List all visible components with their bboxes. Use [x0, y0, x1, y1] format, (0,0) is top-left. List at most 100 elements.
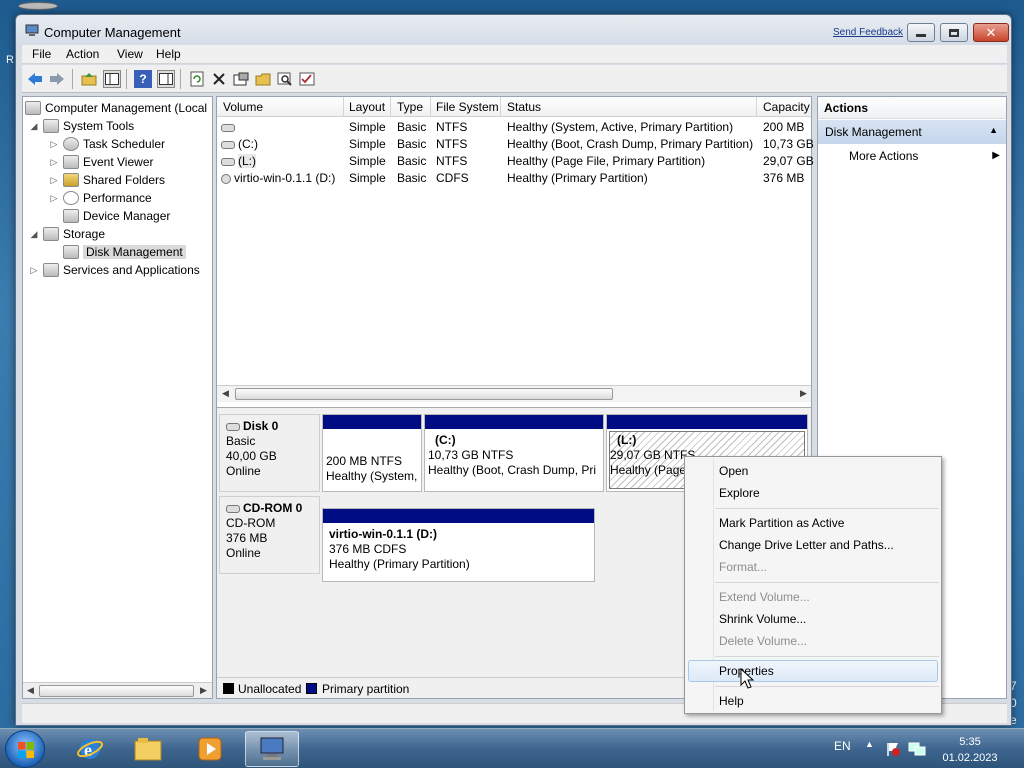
expand-arrow-icon[interactable]: ▷ [49, 175, 59, 186]
taskbar-windows-explorer[interactable] [121, 731, 175, 767]
tree-item-disk-management[interactable]: Disk Management [63, 243, 186, 261]
minimize-icon [916, 34, 926, 37]
scrollbar-thumb[interactable] [39, 685, 194, 697]
menu-item-open[interactable]: Open [719, 464, 748, 478]
table-row[interactable]: Simple Basic NTFS Healthy (System, Activ… [217, 119, 811, 136]
tree-horizontal-scrollbar[interactable]: ◀ ▶ [23, 682, 212, 698]
disk-management-icon [63, 245, 79, 259]
column-header-status[interactable]: Status [507, 100, 541, 114]
partition-system-reserved[interactable]: 200 MB NTFS Healthy (System, [322, 414, 422, 492]
actions-section-disk-management[interactable]: Disk Management ▲ [818, 120, 1006, 144]
maximize-button[interactable] [940, 23, 968, 42]
column-divider[interactable] [343, 97, 344, 117]
taskbar-computer-management[interactable] [245, 731, 299, 767]
column-header-type[interactable]: Type [397, 100, 423, 114]
tree-item-storage[interactable]: ◢ Storage [29, 225, 105, 243]
console-tree: Computer Management (Local ◢ System Tools… [22, 96, 213, 699]
toolbar-separator [126, 69, 127, 89]
search-icon[interactable] [276, 70, 294, 88]
menu-item-mark-active[interactable]: Mark Partition as Active [719, 516, 844, 530]
partition-c[interactable]: (C:) 10,73 GB NTFS Healthy (Boot, Crash … [424, 414, 604, 492]
tree-item-shared-folders[interactable]: ▷ Shared Folders [49, 171, 165, 189]
forward-arrow-icon[interactable] [48, 70, 66, 88]
primary-partition-band [425, 415, 603, 429]
toolbar-separator [72, 69, 73, 89]
check-list-icon[interactable] [298, 70, 316, 88]
network-icon[interactable] [908, 741, 926, 757]
menu-item-help[interactable]: Help [719, 694, 744, 708]
tree-item-services-and-applications[interactable]: ▷ Services and Applications [29, 261, 200, 279]
cdrom-0-label[interactable]: CD-ROM 0 CD-ROM 376 MB Online [219, 496, 320, 574]
tree-item-event-viewer[interactable]: ▷ Event Viewer [49, 153, 153, 171]
column-divider[interactable] [430, 97, 431, 117]
scroll-right-icon[interactable]: ▶ [200, 685, 207, 696]
send-feedback-link[interactable]: Send Feedback [833, 27, 903, 38]
cell-file-system: NTFS [436, 154, 468, 168]
tree-item-computer-management[interactable]: Computer Management (Local [25, 99, 207, 117]
expand-arrow-icon[interactable]: ▷ [49, 139, 59, 150]
menu-item-shrink-volume[interactable]: Shrink Volume... [719, 612, 806, 626]
menu-item-change-drive-letter[interactable]: Change Drive Letter and Paths... [719, 538, 894, 552]
back-arrow-icon[interactable] [26, 70, 44, 88]
menu-view[interactable]: View [117, 47, 143, 61]
tree-item-device-manager[interactable]: Device Manager [63, 207, 170, 225]
action-center-flag-icon[interactable] [885, 741, 901, 757]
properties-icon[interactable] [232, 70, 250, 88]
collapse-up-icon[interactable]: ▲ [989, 125, 998, 135]
minimize-button[interactable] [907, 23, 935, 42]
column-header-volume[interactable]: Volume [223, 100, 263, 114]
disk-0-label[interactable]: Disk 0 Basic 40,00 GB Online [219, 414, 320, 492]
cell-volume: (C:) [238, 137, 258, 151]
expand-arrow-icon[interactable]: ▷ [49, 157, 59, 168]
delete-icon[interactable] [210, 70, 228, 88]
close-icon: ✕ [985, 24, 997, 40]
scroll-left-icon[interactable]: ◀ [222, 388, 229, 399]
cell-volume: virtio-win-0.1.1 (D:) [234, 171, 336, 185]
column-divider[interactable] [500, 97, 501, 117]
collapse-arrow-icon[interactable]: ◢ [29, 229, 39, 240]
up-folder-icon[interactable] [80, 70, 98, 88]
menu-help[interactable]: Help [156, 47, 181, 61]
menu-item-delete-volume: Delete Volume... [719, 634, 808, 648]
tree-item-system-tools[interactable]: ◢ System Tools [29, 117, 134, 135]
column-divider[interactable] [390, 97, 391, 117]
column-header-file-system[interactable]: File System [436, 100, 499, 114]
menu-item-explore[interactable]: Explore [719, 486, 760, 500]
column-divider[interactable] [756, 97, 757, 117]
partition-d[interactable]: virtio-win-0.1.1 (D:) 376 MB CDFS Health… [322, 508, 595, 582]
cd-drive-icon [221, 173, 231, 184]
primary-partition-band [607, 415, 807, 429]
close-button[interactable]: ✕ [973, 23, 1009, 42]
scroll-left-icon[interactable]: ◀ [27, 685, 34, 696]
expand-arrow-icon[interactable]: ▷ [29, 265, 39, 276]
table-row[interactable]: (L:) Simple Basic NTFS Healthy (Page Fil… [217, 153, 814, 170]
taskbar-media-player[interactable] [183, 731, 237, 767]
expand-arrow-icon[interactable]: ▷ [49, 193, 59, 204]
table-row[interactable]: (C:) Simple Basic NTFS Healthy (Boot, Cr… [217, 136, 814, 153]
scroll-right-icon[interactable]: ▶ [800, 388, 807, 399]
column-header-layout[interactable]: Layout [349, 100, 385, 114]
system-clock[interactable]: 5:35 01.02.2023 [930, 734, 1010, 766]
refresh-icon[interactable] [188, 70, 206, 88]
tree-item-task-scheduler[interactable]: ▷ Task Scheduler [49, 135, 165, 153]
title-bar[interactable]: Computer Management Send Feedback ✕ [16, 15, 1011, 46]
cell-status: Healthy (Primary Partition) [507, 171, 648, 185]
column-header-capacity[interactable]: Capacity [763, 100, 810, 114]
scrollbar-thumb[interactable] [235, 388, 613, 400]
tree-item-performance[interactable]: ▷ Performance [49, 189, 152, 207]
show-hide-tree-icon[interactable] [103, 70, 121, 88]
more-actions-item[interactable]: More Actions [849, 149, 918, 163]
start-button[interactable] [5, 730, 45, 768]
volume-list-horizontal-scrollbar[interactable]: ◀ ▶ [217, 385, 811, 402]
show-hide-action-pane-icon[interactable] [157, 70, 175, 88]
table-row[interactable]: virtio-win-0.1.1 (D:) Simple Basic CDFS … [217, 170, 811, 187]
collapse-arrow-icon[interactable]: ◢ [29, 121, 39, 132]
language-indicator[interactable]: EN [834, 739, 851, 753]
show-hidden-icons-icon[interactable]: ▲ [865, 739, 874, 749]
help-icon[interactable]: ? [134, 70, 152, 88]
menu-action[interactable]: Action [66, 47, 99, 61]
submenu-arrow-icon[interactable]: ▶ [992, 150, 1000, 161]
open-folder-icon[interactable] [254, 70, 272, 88]
taskbar-internet-explorer[interactable]: e [63, 731, 117, 767]
menu-file[interactable]: File [32, 47, 51, 61]
